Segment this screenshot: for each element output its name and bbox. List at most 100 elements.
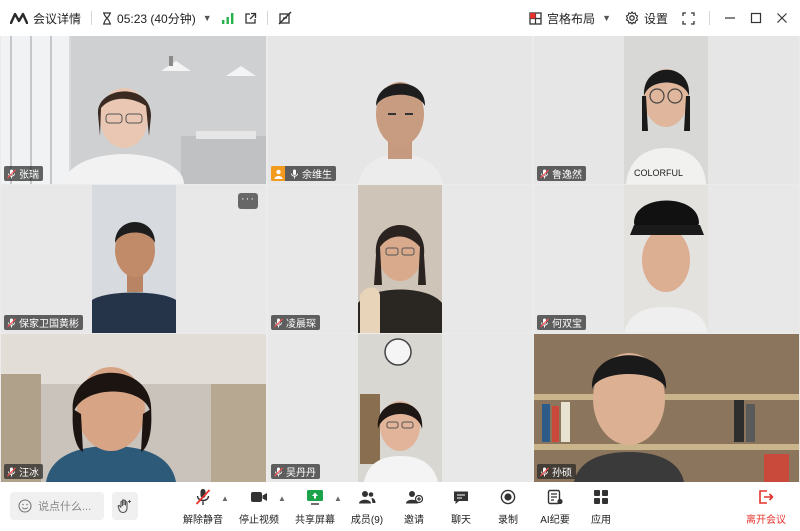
chevron-down-icon: ▼ (602, 13, 611, 23)
leave-meeting-label: 离开会议 (746, 515, 786, 526)
mic-muted-icon (7, 467, 16, 477)
record-button[interactable]: 录制 (495, 488, 521, 526)
hourglass-icon (102, 11, 112, 25)
participant-video (268, 185, 532, 333)
chevron-up-icon[interactable]: ▲ (334, 494, 342, 503)
timer-text: 05:23 (40分钟) (117, 11, 196, 26)
participant-name: 余维生 (302, 170, 332, 181)
ai-minutes-button[interactable]: AI纪要 (539, 488, 571, 526)
meeting-info-button[interactable]: 会议详情 (10, 0, 81, 36)
share-screen-label: 共享屏幕 (295, 515, 335, 526)
top-bar: 会议详情 05:23 (40分钟) ▼ 宫格布局 ▼ 设置 (0, 0, 800, 36)
close-icon[interactable] (776, 12, 788, 24)
video-grid: 张瑞 余维生 COLORFUL 鲁逸然 ··· 保家卫国黄彬 凌晨琛 何双宝 汪… (0, 36, 800, 482)
mic-icon (290, 169, 299, 179)
participant-tile[interactable]: 孙硕 (534, 334, 799, 482)
participant-video (1, 334, 266, 482)
participant-video: COLORFUL (534, 36, 799, 184)
participant-tile[interactable]: ··· 保家卫国黄彬 (1, 185, 266, 333)
ai-minutes-label: AI纪要 (540, 515, 570, 526)
participant-name: 张瑞 (19, 170, 39, 181)
stop-video-button[interactable]: 停止视频 (239, 488, 279, 526)
chat-button[interactable]: 聊天 (448, 488, 474, 526)
mic-muted-icon (274, 467, 283, 477)
invite-button[interactable]: 邀请 (401, 488, 427, 526)
participant-name: 汪冰 (19, 468, 39, 479)
participant-name: 保家卫国黄彬 (19, 319, 79, 330)
svg-text:COLORFUL: COLORFUL (634, 168, 683, 178)
participant-tile[interactable]: COLORFUL 鲁逸然 (534, 36, 799, 184)
participant-video (534, 334, 799, 482)
participant-name-tag: 保家卫国黄彬 (4, 315, 83, 330)
record-icon (500, 488, 516, 506)
participant-name: 孙硕 (552, 468, 572, 479)
mic-muted-icon (540, 467, 549, 477)
maximize-icon[interactable] (750, 12, 762, 24)
minimize-icon[interactable] (724, 12, 736, 24)
members-icon (358, 488, 376, 506)
raise-hand-button[interactable] (112, 492, 138, 520)
settings-label: 设置 (643, 11, 668, 26)
bottom-toolbar: 说点什么... 解除静音 ▲ 停止视频 ▲ 共享屏幕 ▲ 成员(9) 邀请 聊天… (0, 482, 800, 531)
participant-name: 凌晨琛 (286, 319, 316, 330)
chat-placeholder: 说点什么... (38, 501, 92, 513)
share-screen-button[interactable]: 共享屏幕 (295, 488, 335, 526)
chat-bubble-icon (453, 488, 469, 506)
chevron-up-icon[interactable]: ▲ (221, 494, 229, 503)
participant-name: 吴丹丹 (286, 468, 316, 479)
gear-icon (625, 11, 639, 25)
participant-tile[interactable]: 汪冰 (1, 334, 266, 482)
settings-button[interactable]: 设置 (625, 0, 668, 36)
hand-icon (117, 498, 133, 514)
stop-video-label: 停止视频 (239, 515, 279, 526)
leave-meeting-button[interactable]: 离开会议 (746, 488, 786, 526)
participant-tile[interactable]: 张瑞 (1, 36, 266, 184)
share-screen-icon (306, 488, 324, 506)
participant-name-tag: 何双宝 (537, 315, 586, 330)
participant-name-tag: 孙硕 (537, 464, 576, 479)
participant-name-tag: 吴丹丹 (271, 464, 320, 479)
apps-button[interactable]: 应用 (588, 488, 614, 526)
pop-out-icon[interactable] (244, 12, 257, 25)
meeting-window: 会议详情 05:23 (40分钟) ▼ 宫格布局 ▼ 设置 张瑞 余维生 COL… (0, 0, 800, 531)
chevron-down-icon: ▼ (202, 13, 212, 23)
host-badge-icon (271, 166, 285, 181)
mic-muted-icon (7, 169, 16, 179)
layout-button[interactable]: 宫格布局 ▼ (529, 0, 611, 36)
tile-more-button[interactable]: ··· (238, 193, 258, 209)
mic-muted-icon (7, 318, 16, 328)
participant-video (1, 36, 266, 184)
participant-tile[interactable]: 何双宝 (534, 185, 799, 333)
invite-user-icon (405, 488, 423, 506)
quick-chat-input[interactable]: 说点什么... (10, 492, 104, 520)
participant-video (268, 36, 532, 184)
participant-name: 鲁逸然 (552, 170, 582, 181)
participant-video (534, 185, 799, 333)
participant-tile[interactable]: 余维生 (268, 36, 532, 184)
unmute-button[interactable]: 解除静音 (182, 488, 224, 526)
members-button[interactable]: 成员(9) (350, 488, 384, 526)
fullscreen-icon[interactable] (682, 11, 695, 25)
chevron-up-icon[interactable]: ▲ (278, 494, 286, 503)
apps-label: 应用 (591, 515, 611, 526)
chat-label: 聊天 (451, 515, 471, 526)
record-label: 录制 (498, 515, 518, 526)
members-label: 成员(9) (350, 515, 384, 526)
participant-name-tag: 张瑞 (4, 166, 43, 181)
unmute-label: 解除静音 (183, 515, 223, 526)
emoji-icon[interactable] (18, 499, 32, 513)
divider (91, 11, 93, 25)
ai-notes-icon (547, 488, 563, 506)
annotation-off-icon[interactable] (278, 11, 292, 25)
participant-video (1, 185, 266, 333)
divider (709, 11, 710, 25)
participant-name-tag: 凌晨琛 (271, 315, 320, 330)
timer-display[interactable]: 05:23 (40分钟) ▼ (102, 0, 212, 36)
signal-strength-icon[interactable] (221, 12, 234, 24)
participant-name-tag: 鲁逸然 (537, 166, 586, 181)
mic-muted-icon (274, 318, 283, 328)
grid-layout-icon (529, 11, 542, 25)
apps-grid-icon (593, 488, 609, 506)
participant-tile[interactable]: 吴丹丹 (268, 334, 532, 482)
participant-tile[interactable]: 凌晨琛 (268, 185, 532, 333)
